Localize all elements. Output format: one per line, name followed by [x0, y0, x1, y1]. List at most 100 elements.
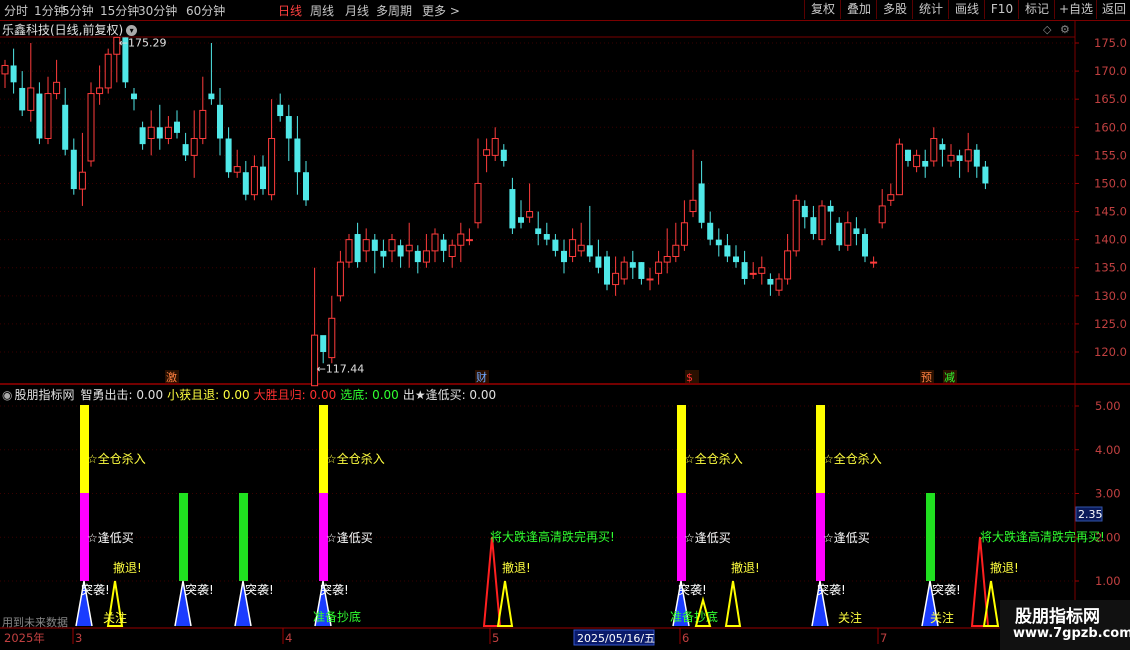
yellow-bar	[677, 405, 686, 493]
candle-body	[518, 217, 524, 223]
candle-body	[217, 104, 223, 139]
event-marker: 激	[166, 370, 177, 384]
candle-body	[147, 126, 155, 140]
price-axis-label: 140.0	[1094, 233, 1127, 247]
candle-body	[199, 109, 207, 140]
indicator-title-bar: ◉ 股朋指标网 智勇出击: 0.00 小获且退: 0.00 大胜且归: 0.00 选底: …	[2, 386, 500, 403]
candle-body	[336, 261, 344, 297]
price-axis-label: 135.0	[1094, 261, 1127, 275]
label-chetui: 撤退!	[990, 560, 1019, 575]
candle-body	[604, 256, 610, 285]
candle-body	[10, 65, 17, 83]
candle-body	[362, 239, 370, 252]
candle-body	[680, 222, 688, 246]
candle-body	[405, 244, 413, 252]
label-fengdimai: ☆逢低买	[326, 531, 373, 545]
candle-body	[853, 228, 860, 235]
indicator-menu-icon[interactable]: ◉	[2, 388, 12, 402]
label-guanzhu: 关注	[103, 610, 127, 625]
site-url: www.7gpzb.com	[1013, 626, 1130, 641]
price-axis-label: 130.0	[1094, 289, 1127, 303]
candle-body	[827, 205, 834, 212]
candle-body	[465, 239, 473, 242]
candle-body	[569, 239, 577, 257]
candle-body	[947, 154, 955, 162]
label-chetui: 撤退!	[731, 560, 760, 575]
price-axis-label: 150.0	[1094, 176, 1127, 190]
candle-body	[543, 234, 550, 240]
candle-body	[328, 317, 336, 359]
candle-body	[758, 267, 766, 274]
date-axis-month: 3	[75, 631, 82, 645]
candle-body	[78, 171, 86, 190]
label-dadie: 将大跌逢高清跌完再买!	[980, 529, 1105, 544]
candle-body	[973, 149, 980, 167]
candle-body	[526, 211, 534, 218]
high-annotation: ←175.29	[119, 36, 167, 49]
indicator-value-1: 小获且退: 0.00	[167, 388, 250, 402]
event-marker: 预	[921, 371, 932, 384]
label-fengdimai: ☆逢低买	[823, 531, 870, 545]
candle-body	[767, 278, 774, 285]
candle-body	[431, 233, 439, 252]
label-tuxi: 突袭!	[81, 582, 110, 597]
indicator-axis-label: 3.00	[1095, 487, 1121, 501]
label-chetui: 撤退!	[502, 560, 531, 575]
price-axis-label: 155.0	[1094, 148, 1127, 162]
indicator-value-3: 选底: 0.00	[340, 388, 399, 402]
candle-body	[285, 116, 292, 139]
candle-body	[663, 255, 671, 263]
label-chaodi: 准备抄底	[313, 609, 361, 624]
label-quancang: ☆全仓杀入	[823, 451, 882, 466]
price-axis-label: 125.0	[1094, 317, 1127, 331]
candle-body	[268, 138, 276, 196]
candle-body	[638, 262, 645, 279]
candle-body	[491, 138, 499, 156]
indicator-axis-label: 5.00	[1095, 399, 1121, 413]
event-marker: $	[686, 371, 693, 384]
price-axis-label: 160.0	[1094, 120, 1127, 134]
candle-body	[354, 234, 361, 263]
candle-body	[689, 199, 697, 213]
candle-body	[922, 160, 929, 167]
candle-body	[878, 205, 886, 224]
candle-body	[1, 64, 9, 75]
diamond-icon: ◇	[1043, 23, 1052, 36]
price-axis-label: 145.0	[1094, 205, 1127, 219]
event-marker: 财	[476, 370, 487, 384]
event-marker: 减	[944, 371, 955, 384]
price-axis-label: 165.0	[1094, 92, 1127, 106]
kline-chart[interactable]: ◇ ⚙ 175.0 170.0 165.0 160.0 155.0 150.0 145.0 140…	[0, 0, 1130, 650]
candle-body	[749, 272, 757, 275]
candle-body	[174, 121, 180, 133]
indicator-name: 股朋指标网	[14, 388, 75, 402]
candle-body	[792, 199, 800, 252]
candle-body	[225, 138, 232, 173]
candle-body	[62, 104, 69, 150]
candle-body	[707, 222, 714, 240]
label-quancang: ☆全仓杀入	[684, 451, 743, 466]
yellow-bar	[319, 405, 328, 493]
candle-body	[250, 166, 258, 196]
label-tuxi: 突袭!	[320, 582, 349, 597]
green-bar	[926, 493, 935, 581]
candle-body	[844, 222, 852, 246]
green-bar	[179, 493, 188, 581]
candle-body	[655, 261, 663, 274]
candle-body	[646, 278, 654, 281]
candle-body	[775, 278, 783, 291]
label-quancang: ☆全仓杀入	[326, 451, 385, 466]
candle-body	[448, 244, 456, 257]
candle-body	[887, 194, 895, 201]
candle-body	[956, 155, 963, 161]
candle-body	[87, 93, 95, 162]
price-axis-label: 120.0	[1094, 345, 1127, 359]
candle-body	[156, 127, 163, 139]
candle-body	[345, 239, 353, 263]
label-chaodi: 准备抄底	[670, 609, 718, 624]
candle-body	[182, 144, 189, 156]
date-axis-month: 4	[285, 631, 292, 645]
candle-body	[44, 93, 52, 140]
candle-body	[982, 166, 989, 184]
candle-body	[964, 149, 972, 162]
